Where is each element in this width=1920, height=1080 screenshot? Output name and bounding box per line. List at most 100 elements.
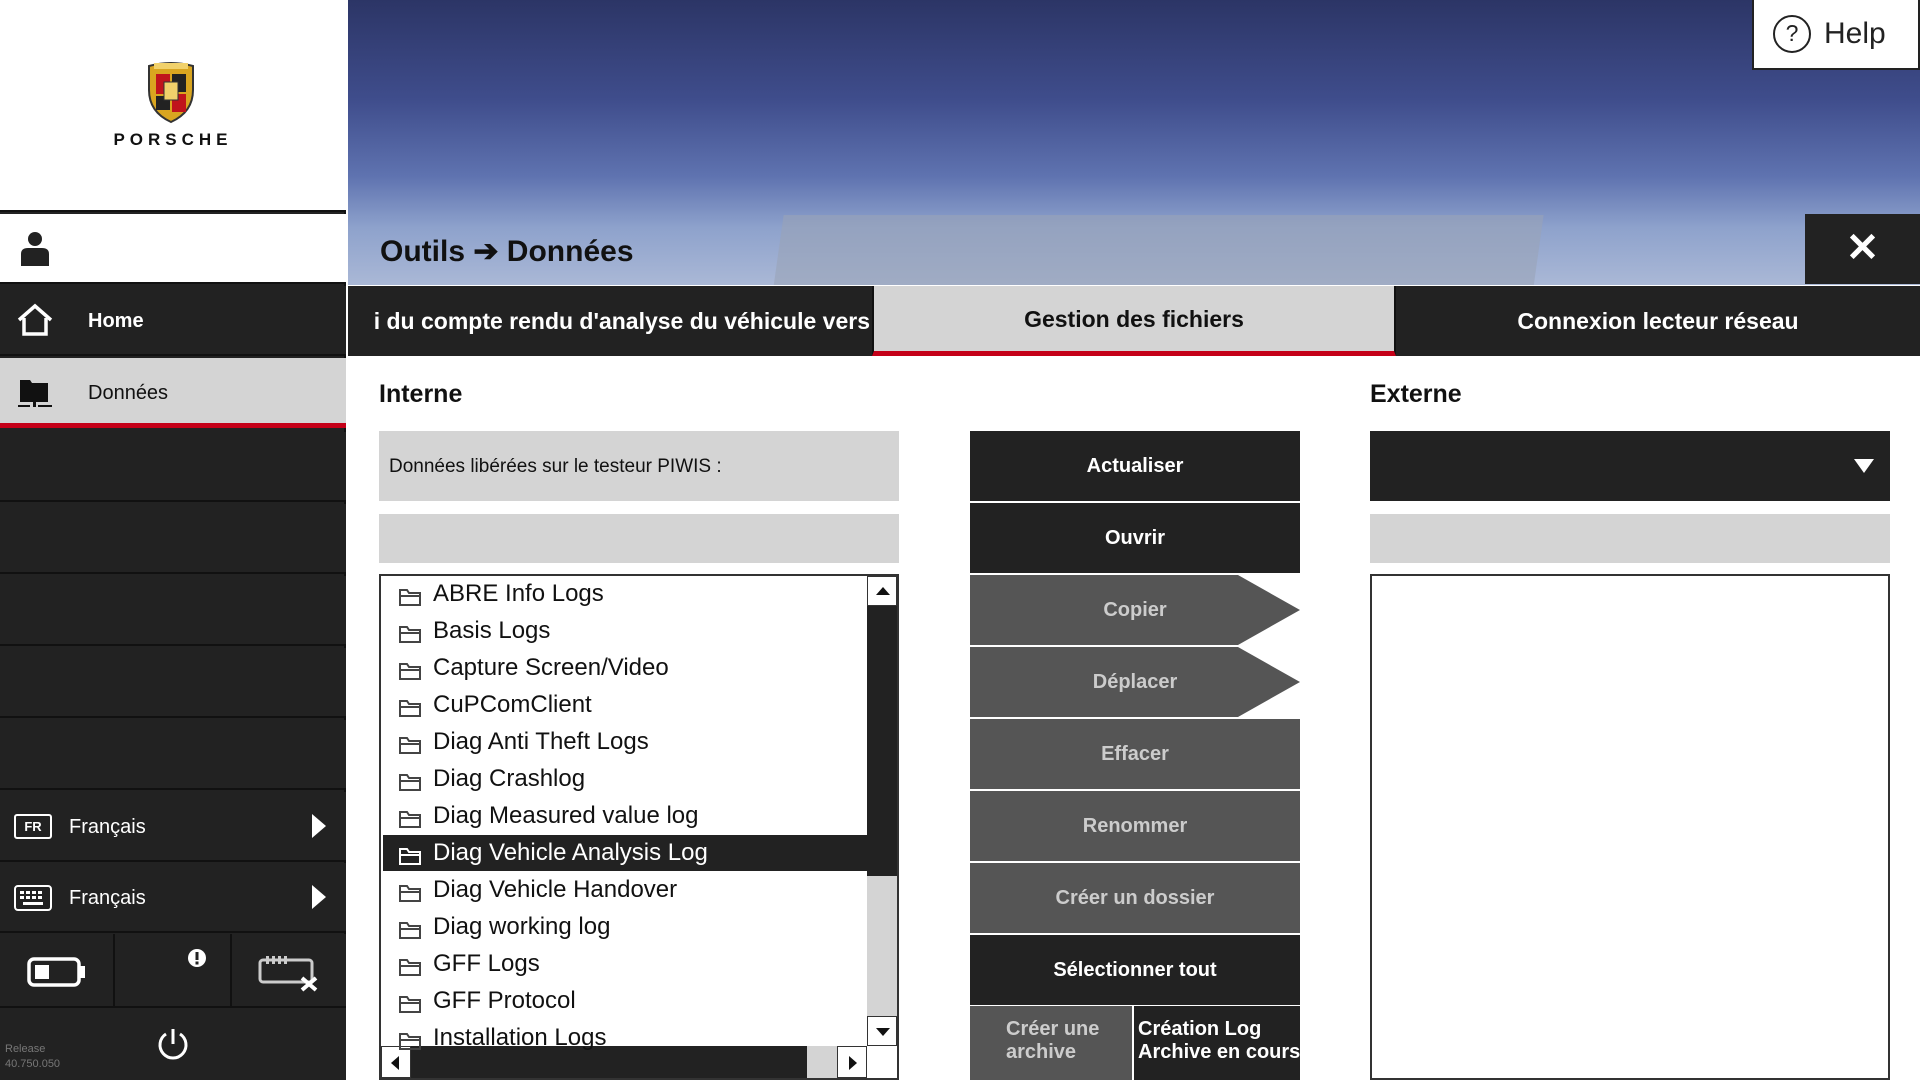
user-icon [21, 232, 49, 266]
notification-status[interactable] [115, 934, 232, 1008]
sidebar: PORSCHE Home Données FR Français Françai… [0, 0, 346, 1080]
vci-disconnected-icon [258, 956, 318, 992]
file-list-item[interactable]: Capture Screen/Video [383, 650, 868, 686]
keyboard-label: Français [69, 887, 146, 909]
internal-file-list[interactable]: ABRE Info Logs Basis Logs Capture Screen/V… [379, 574, 899, 1080]
rename-button[interactable]: Renommer [970, 791, 1300, 861]
file-list-item[interactable]: Diag Measured value log [383, 798, 868, 834]
folder-icon [399, 959, 421, 976]
tab-analysis-report[interactable]: i du compte rendu d'analyse du véhicule … [348, 286, 872, 356]
log-archive-status: Création Log Archive en cours [1134, 1006, 1300, 1080]
battery-status[interactable] [0, 934, 115, 1008]
language-selector[interactable]: FR Français [0, 792, 346, 862]
home-icon [17, 303, 53, 336]
log-archive-label-2: Archive en cours [1138, 1041, 1300, 1063]
data-folder-icon [18, 380, 52, 407]
tab-file-management[interactable]: Gestion des fichiers [872, 286, 1396, 356]
sidebar-item-label: Home [88, 310, 144, 332]
select-all-button[interactable]: Sélectionner tout [970, 935, 1300, 1005]
scroll-thumb[interactable] [867, 606, 897, 876]
tab-bar: i du compte rendu d'analyse du véhicule … [348, 286, 1920, 356]
open-button[interactable]: Ouvrir [970, 503, 1300, 573]
scroll-corner [867, 1046, 897, 1078]
folder-icon [399, 848, 421, 865]
file-name: Diag Measured value log [433, 802, 699, 829]
create-archive-button[interactable]: Créer une archive [970, 1006, 1132, 1080]
sidebar-item-donnees[interactable]: Données [0, 358, 346, 428]
file-list-item[interactable]: Diag working log [383, 909, 868, 945]
user-profile-button[interactable] [0, 214, 346, 284]
file-name: Diag Anti Theft Logs [433, 728, 649, 755]
file-list-item[interactable]: Diag Vehicle Handover [383, 872, 868, 908]
copy-label: Copier [1103, 599, 1167, 621]
sidebar-empty-row [0, 576, 346, 646]
file-name: CuPComClient [433, 691, 592, 718]
brand-wordmark: PORSCHE [113, 130, 233, 149]
file-list-item[interactable]: Diag Anti Theft Logs [383, 724, 868, 760]
move-button[interactable]: Déplacer [970, 647, 1300, 717]
file-list-item[interactable]: GFF Logs [383, 946, 868, 982]
file-list-item[interactable]: CuPComClient [383, 687, 868, 723]
power-icon[interactable] [155, 1026, 191, 1062]
help-button[interactable]: ? Help [1752, 0, 1920, 70]
file-name: GFF Logs [433, 950, 540, 977]
vertical-scrollbar[interactable] [867, 576, 897, 1046]
file-list-item[interactable]: ABRE Info Logs [383, 576, 868, 612]
internal-info-box: Données libérées sur le testeur PIWIS : [379, 431, 899, 501]
close-button[interactable]: ✕ [1805, 214, 1920, 284]
file-list-item[interactable]: Basis Logs [383, 613, 868, 649]
page-title-bar: Outils ➔ Données [348, 214, 1805, 284]
logo-area: PORSCHE [0, 0, 346, 212]
release-version: Release 40.750.050 [5, 1042, 60, 1072]
chevron-down-icon [1854, 459, 1874, 473]
folder-icon [399, 996, 421, 1013]
file-list-item[interactable]: GFF Protocol [383, 983, 868, 1019]
folder-icon [399, 700, 421, 717]
sidebar-empty-row [0, 720, 346, 790]
question-icon: ? [1773, 15, 1811, 53]
internal-path-field [379, 514, 899, 563]
scroll-up-button[interactable] [867, 576, 897, 606]
refresh-button[interactable]: Actualiser [970, 431, 1300, 501]
copy-button[interactable]: Copier [970, 575, 1300, 645]
file-list-item[interactable]: Diag Vehicle Analysis Log [383, 835, 868, 871]
sidebar-empty-row [0, 432, 346, 502]
folder-icon [399, 922, 421, 939]
keyboard-layout-selector[interactable]: Français [0, 863, 346, 933]
file-name: Installation Logs [433, 1024, 607, 1051]
external-file-list[interactable] [1370, 574, 1890, 1080]
folder-icon [399, 811, 421, 828]
vci-connection-status[interactable] [232, 934, 346, 1008]
scroll-down-button[interactable] [867, 1016, 897, 1046]
main-content: Interne Données libérées sur le testeur … [348, 356, 1920, 1080]
battery-icon [27, 957, 85, 987]
file-list-item[interactable]: Diag Crashlog [383, 761, 868, 797]
file-name: Diag working log [433, 913, 611, 940]
sidebar-empty-row [0, 648, 346, 718]
porsche-crest-icon [148, 62, 194, 124]
delete-button[interactable]: Effacer [970, 719, 1300, 789]
create-archive-label-2: archive [1006, 1041, 1077, 1063]
file-name: ABRE Info Logs [433, 580, 604, 607]
file-list-item[interactable]: Installation Logs [383, 1020, 868, 1056]
folder-icon [399, 1033, 421, 1050]
create-archive-label-1: Créer une [1006, 1018, 1100, 1040]
external-heading: Externe [1370, 380, 1462, 408]
sidebar-item-home[interactable]: Home [0, 286, 346, 356]
folder-icon [399, 626, 421, 643]
file-name: Basis Logs [433, 617, 551, 644]
keyboard-icon [14, 885, 52, 911]
new-folder-button[interactable]: Créer un dossier [970, 863, 1300, 933]
help-label: Help [1824, 17, 1886, 50]
folder-icon [399, 663, 421, 680]
file-name: GFF Protocol [433, 987, 576, 1014]
file-name: Capture Screen/Video [433, 654, 669, 681]
folder-icon [399, 774, 421, 791]
external-drive-select[interactable] [1370, 431, 1890, 501]
external-path-field [1370, 514, 1890, 563]
internal-info-text: Données libérées sur le testeur PIWIS : [389, 456, 722, 477]
move-label: Déplacer [1092, 671, 1178, 693]
internal-heading: Interne [379, 380, 463, 408]
tab-network-drive[interactable]: Connexion lecteur réseau [1396, 286, 1920, 356]
language-code-badge: FR [14, 814, 52, 839]
